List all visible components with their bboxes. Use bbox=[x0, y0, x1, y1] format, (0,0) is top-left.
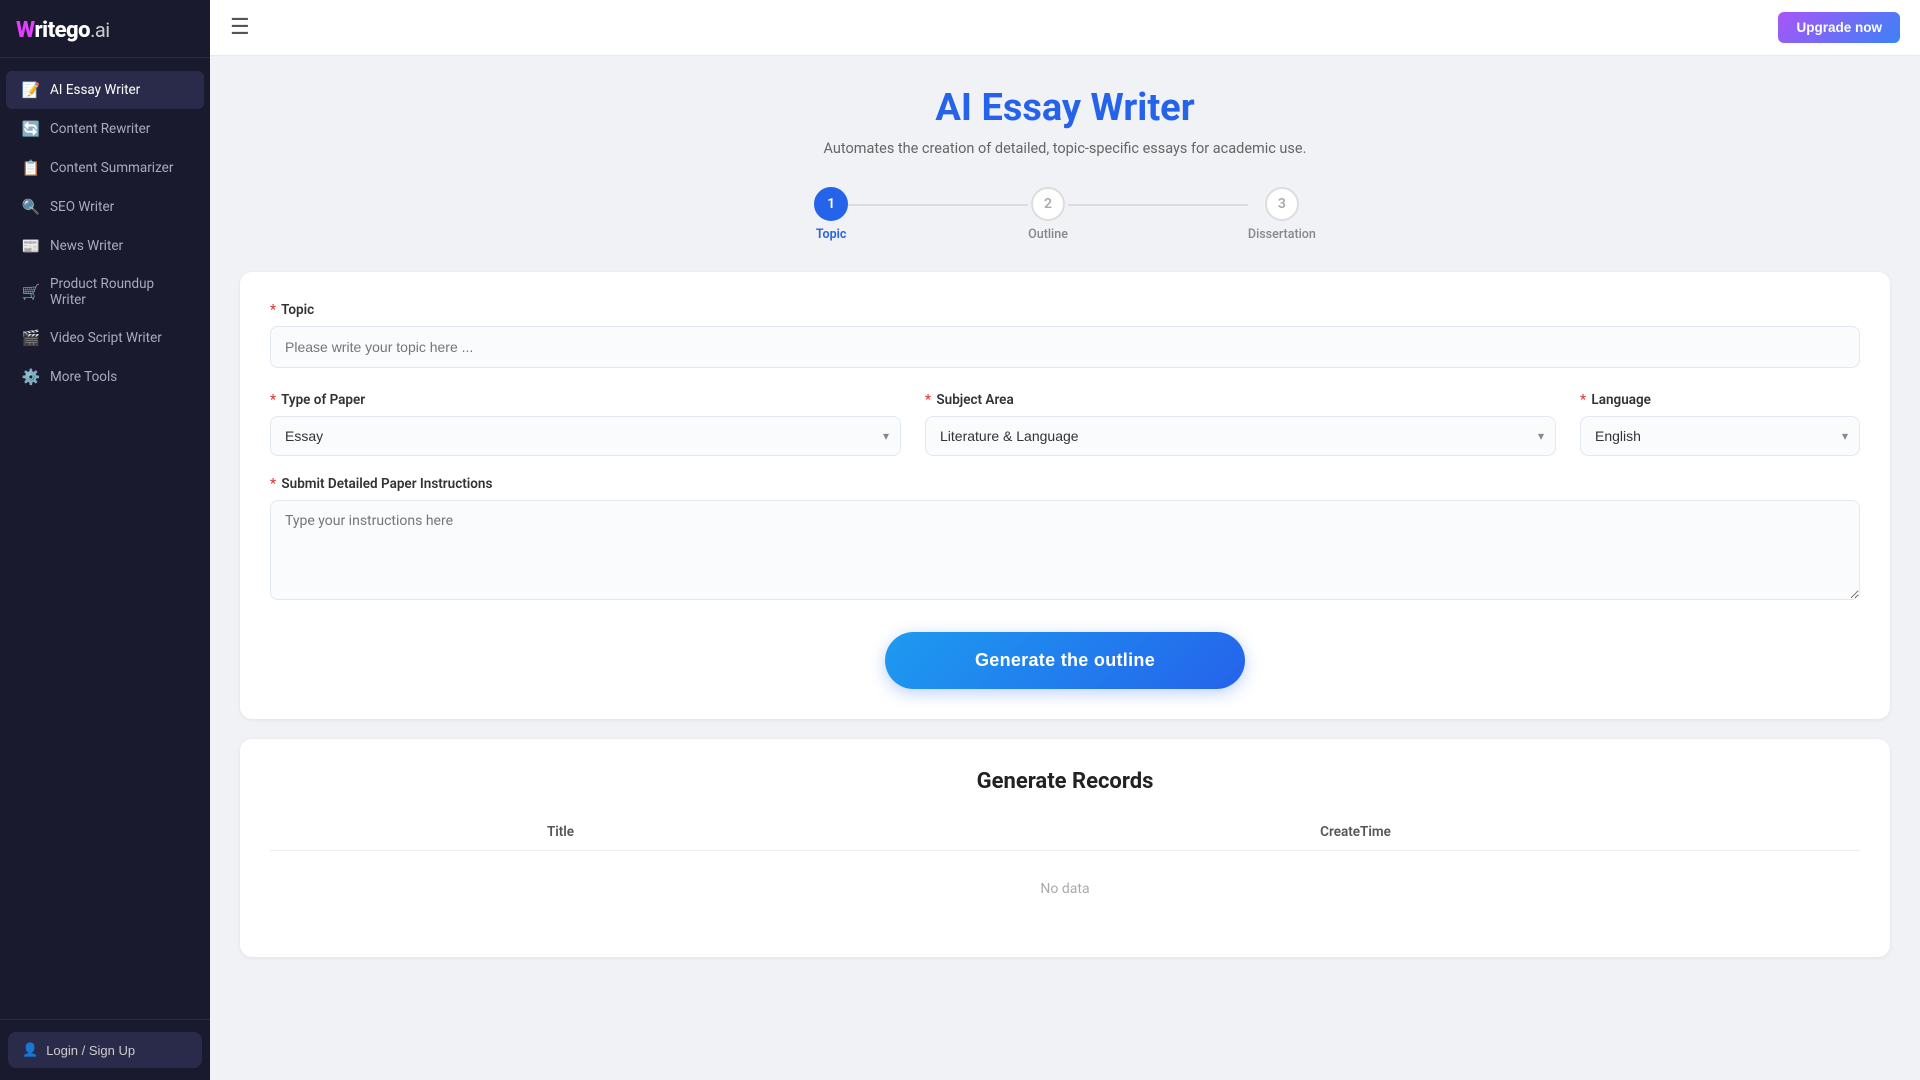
upgrade-button[interactable]: Upgrade now bbox=[1778, 12, 1900, 43]
step-label-1: Topic bbox=[816, 227, 847, 242]
sidebar-footer: 👤 Login / Sign Up bbox=[0, 1019, 210, 1080]
topic-field: * Topic bbox=[270, 302, 1860, 392]
topic-input[interactable] bbox=[270, 326, 1860, 368]
step-line-2-3 bbox=[1068, 204, 1248, 206]
col-create-time: CreateTime bbox=[851, 814, 1860, 851]
instructions-field: * Submit Detailed Paper Instructions bbox=[270, 476, 1860, 604]
news-icon: 📰 bbox=[22, 237, 40, 255]
language-select-wrap: English Spanish French German Chinese Ja… bbox=[1580, 416, 1860, 456]
step-1: 1 Topic bbox=[814, 187, 848, 242]
records-table-body: No data bbox=[270, 851, 1860, 928]
sidebar-item-seo-writer[interactable]: 🔍 SEO Writer bbox=[6, 188, 204, 226]
step-3: 3 Dissertation bbox=[1248, 187, 1316, 242]
essay-icon: 📝 bbox=[22, 81, 40, 99]
sidebar-item-ai-essay-writer[interactable]: 📝 AI Essay Writer bbox=[6, 71, 204, 109]
page-content: AI Essay Writer Automates the creation o… bbox=[210, 56, 1920, 1017]
sidebar-item-news-writer[interactable]: 📰 News Writer bbox=[6, 227, 204, 265]
user-icon: 👤 bbox=[22, 1042, 38, 1058]
form-card: * Topic * Type of Paper Essay Research P… bbox=[240, 272, 1890, 719]
stepper: 1 Topic 2 Outline 3 Dissertation bbox=[240, 187, 1890, 242]
subject-area-col: * Subject Area Literature & Language Sci… bbox=[925, 392, 1556, 456]
no-data-cell: No data bbox=[270, 851, 1860, 928]
logo-w: W bbox=[16, 18, 34, 43]
more-tools-icon: ⚙️ bbox=[22, 368, 40, 386]
main-content: ☰ Upgrade now AI Essay Writer Automates … bbox=[210, 0, 1920, 1080]
required-marker: * bbox=[270, 302, 276, 318]
sidebar-item-content-summarizer[interactable]: 📋 Content Summarizer bbox=[6, 149, 204, 187]
sidebar-item-label: Content Summarizer bbox=[50, 160, 173, 176]
records-card: Generate Records Title CreateTime No dat… bbox=[240, 739, 1890, 957]
sidebar-nav: 📝 AI Essay Writer 🔄 Content Rewriter 📋 C… bbox=[0, 66, 210, 1019]
paper-options-row: * Type of Paper Essay Research Paper The… bbox=[270, 392, 1860, 456]
language-select[interactable]: English Spanish French German Chinese Ja… bbox=[1580, 416, 1860, 456]
generate-outline-button[interactable]: Generate the outline bbox=[885, 632, 1245, 689]
step-circle-3: 3 bbox=[1265, 187, 1299, 221]
seo-icon: 🔍 bbox=[22, 198, 40, 216]
sidebar-item-more-tools[interactable]: ⚙️ More Tools bbox=[6, 358, 204, 396]
records-title: Generate Records bbox=[270, 769, 1860, 794]
records-table: Title CreateTime No data bbox=[270, 814, 1860, 927]
rewriter-icon: 🔄 bbox=[22, 120, 40, 138]
col-title: Title bbox=[270, 814, 851, 851]
sidebar-item-label: Video Script Writer bbox=[50, 330, 162, 346]
instructions-label: * Submit Detailed Paper Instructions bbox=[270, 476, 1860, 492]
sidebar-item-label: News Writer bbox=[50, 238, 123, 254]
page-subtitle: Automates the creation of detailed, topi… bbox=[240, 140, 1890, 157]
records-table-header: Title CreateTime bbox=[270, 814, 1860, 851]
topbar: ☰ Upgrade now bbox=[210, 0, 1920, 56]
logo-ai: .ai bbox=[90, 18, 110, 42]
login-label: Login / Sign Up bbox=[46, 1043, 135, 1058]
instructions-textarea[interactable] bbox=[270, 500, 1860, 600]
sidebar-item-label: SEO Writer bbox=[50, 199, 114, 215]
no-data-row: No data bbox=[270, 851, 1860, 928]
language-col: * Language English Spanish French German… bbox=[1580, 392, 1860, 456]
sidebar-item-label: Content Rewriter bbox=[50, 121, 150, 137]
sidebar-item-label: More Tools bbox=[50, 369, 117, 385]
step-2: 2 Outline bbox=[1028, 187, 1068, 242]
type-of-paper-col: * Type of Paper Essay Research Paper The… bbox=[270, 392, 901, 456]
sidebar-item-label: AI Essay Writer bbox=[50, 82, 140, 98]
menu-icon[interactable]: ☰ bbox=[230, 15, 250, 40]
sidebar-item-product-roundup-writer[interactable]: 🛒 Product Roundup Writer bbox=[6, 266, 204, 318]
type-of-paper-label: * Type of Paper bbox=[270, 392, 901, 408]
login-button[interactable]: 👤 Login / Sign Up bbox=[8, 1032, 202, 1068]
subject-area-select-wrap: Literature & Language Science History Ma… bbox=[925, 416, 1556, 456]
subject-area-label: * Subject Area bbox=[925, 392, 1556, 408]
sidebar-item-video-script-writer[interactable]: 🎬 Video Script Writer bbox=[6, 319, 204, 357]
language-label: * Language bbox=[1580, 392, 1860, 408]
video-icon: 🎬 bbox=[22, 329, 40, 347]
page-title: AI Essay Writer bbox=[240, 86, 1890, 130]
summarizer-icon: 📋 bbox=[22, 159, 40, 177]
step-label-2: Outline bbox=[1028, 227, 1068, 242]
step-circle-1: 1 bbox=[814, 187, 848, 221]
subject-area-select[interactable]: Literature & Language Science History Ma… bbox=[925, 416, 1556, 456]
type-of-paper-select[interactable]: Essay Research Paper Thesis Dissertation… bbox=[270, 416, 901, 456]
product-icon: 🛒 bbox=[22, 283, 40, 301]
sidebar-item-label: Product Roundup Writer bbox=[50, 276, 188, 308]
logo-text: ritego bbox=[34, 18, 90, 43]
type-of-paper-select-wrap: Essay Research Paper Thesis Dissertation… bbox=[270, 416, 901, 456]
topic-label: * Topic bbox=[270, 302, 1860, 318]
step-label-3: Dissertation bbox=[1248, 227, 1316, 242]
sidebar-item-content-rewriter[interactable]: 🔄 Content Rewriter bbox=[6, 110, 204, 148]
step-line-1-2 bbox=[848, 204, 1028, 206]
sidebar: Writego.ai 📝 AI Essay Writer 🔄 Content R… bbox=[0, 0, 210, 1080]
step-circle-2: 2 bbox=[1031, 187, 1065, 221]
logo[interactable]: Writego.ai bbox=[0, 0, 210, 58]
